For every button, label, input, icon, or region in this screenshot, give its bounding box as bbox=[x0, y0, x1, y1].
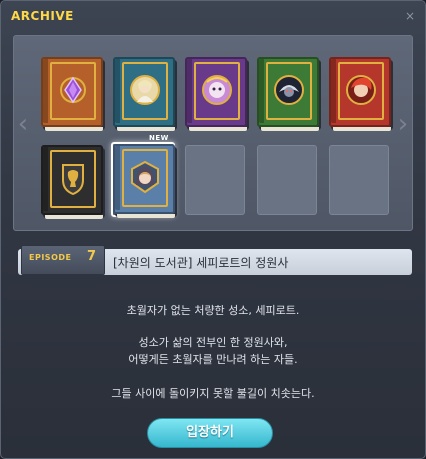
book-episode-1[interactable] bbox=[41, 57, 103, 131]
book-episode-4[interactable] bbox=[257, 57, 319, 131]
previous-page-arrow-icon[interactable]: ‹ bbox=[17, 109, 29, 139]
description-line: 그들 사이에 돌이키지 못할 불길이 치솟는다. bbox=[111, 387, 315, 400]
episode-label: EPISODE bbox=[29, 253, 72, 262]
new-badge: NEW bbox=[149, 134, 169, 142]
monster-portrait-icon bbox=[274, 75, 304, 105]
empty-book-slot bbox=[185, 145, 245, 215]
window-title: ARCHIVE bbox=[11, 9, 74, 23]
hooded-girl-portrait-icon bbox=[131, 160, 159, 194]
episode-number: 7 bbox=[87, 249, 97, 264]
woman-portrait-icon bbox=[130, 75, 160, 105]
enter-button[interactable]: 입장하기 bbox=[147, 418, 273, 448]
book-episode-7[interactable] bbox=[113, 144, 175, 218]
book-episode-5[interactable] bbox=[329, 57, 391, 131]
book-episode-3[interactable] bbox=[185, 57, 247, 131]
red-hair-portrait-icon bbox=[346, 75, 376, 105]
description-line: 성소가 삶의 전부인 한 정원사와, bbox=[138, 336, 288, 349]
lion-crest-icon bbox=[62, 164, 84, 196]
close-icon[interactable]: × bbox=[405, 9, 415, 23]
book-episode-6[interactable] bbox=[41, 145, 103, 219]
archive-window: ARCHIVE × ‹ › NEW EPISODE 7 [차원의 도서관] 세피… bbox=[0, 0, 426, 459]
purple-gem-icon bbox=[60, 76, 86, 104]
empty-book-slot bbox=[257, 145, 317, 215]
episode-title: [차원의 도서관] 세피로트의 정원사 bbox=[113, 256, 289, 270]
description-line: 초월자가 없는 처량한 성소, 세피로트. bbox=[126, 304, 300, 317]
description-line: 어떻게든 초월자를 만나려 하는 자들. bbox=[128, 353, 298, 366]
book-episode-2[interactable] bbox=[113, 57, 175, 131]
mask-portrait-icon bbox=[202, 75, 232, 105]
empty-book-slot bbox=[329, 145, 389, 215]
titlebar: ARCHIVE × bbox=[1, 1, 425, 33]
next-page-arrow-icon[interactable]: › bbox=[397, 109, 409, 139]
